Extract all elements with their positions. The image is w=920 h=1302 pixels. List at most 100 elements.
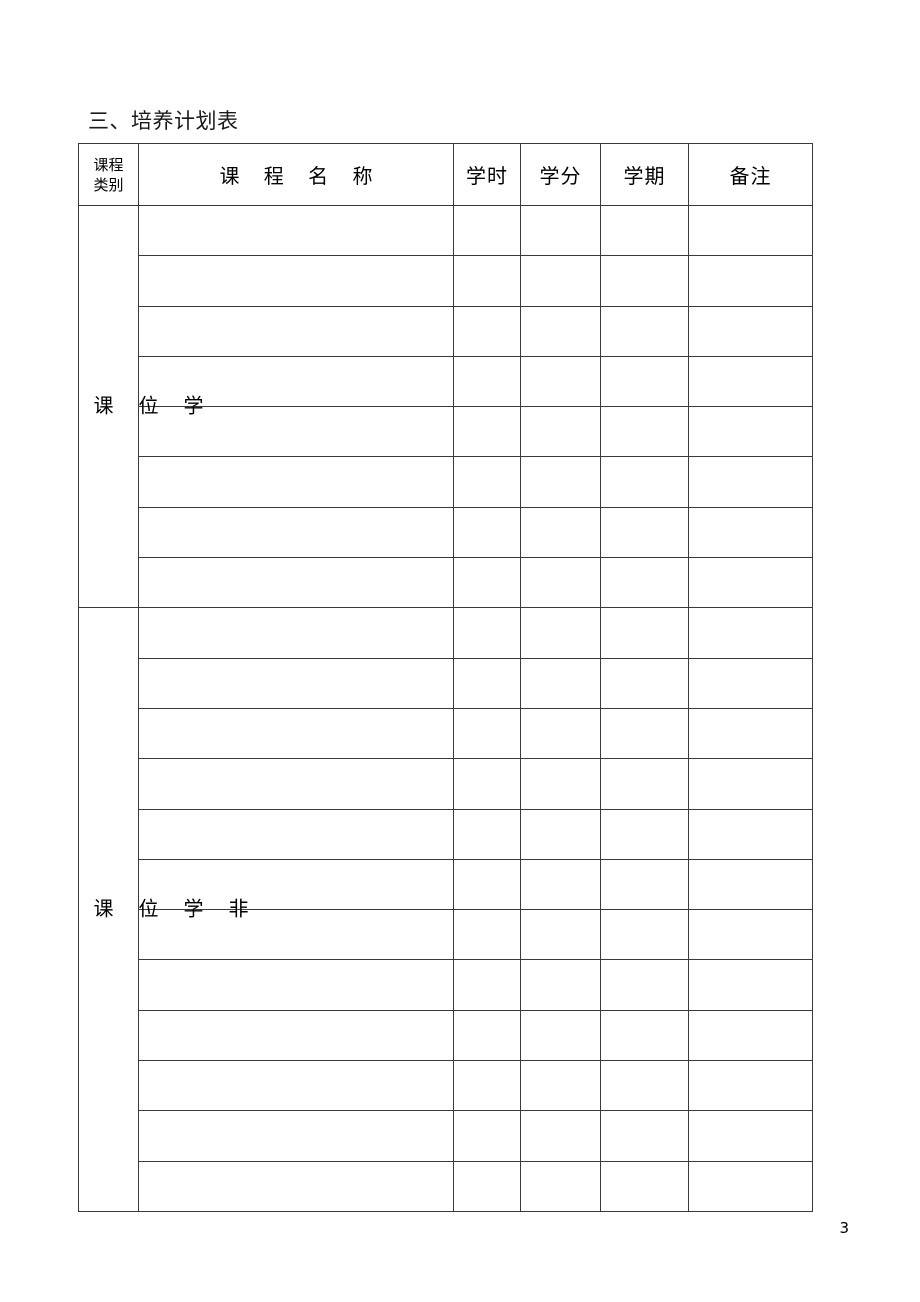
remarks-cell[interactable] [688,456,813,508]
course-name-cell[interactable] [138,305,454,357]
credits-cell[interactable] [520,959,601,1011]
remarks-cell[interactable] [688,858,813,911]
course-category-char: 课 [90,897,114,918]
hours-cell[interactable] [453,204,521,257]
course-name-cell[interactable] [138,255,454,307]
credits-cell[interactable] [520,1009,601,1062]
course-name-cell[interactable] [138,707,454,760]
course-name-cell[interactable] [138,1060,454,1112]
remarks-cell[interactable] [688,204,813,257]
term-cell[interactable] [600,506,689,559]
remarks-cell[interactable] [688,607,813,659]
remarks-cell[interactable] [688,1110,813,1162]
table-row [79,255,813,307]
term-cell[interactable] [600,204,689,257]
hours-cell[interactable] [453,406,521,458]
course-name-cell[interactable] [138,1160,454,1212]
course-name-cell[interactable] [138,506,454,559]
remarks-cell[interactable] [688,255,813,307]
credits-cell[interactable] [520,707,601,760]
hours-cell[interactable] [453,506,521,559]
remarks-cell[interactable] [688,1060,813,1112]
credits-cell[interactable] [520,506,601,559]
remarks-cell[interactable] [688,959,813,1011]
credits-cell[interactable] [520,758,601,810]
course-name-cell[interactable] [138,204,454,257]
remarks-cell[interactable] [688,557,813,609]
term-cell[interactable] [600,406,689,458]
credits-cell[interactable] [520,305,601,357]
credits-cell[interactable] [520,1160,601,1212]
course-name-cell[interactable] [138,959,454,1011]
course-name-cell[interactable] [138,1009,454,1062]
hours-cell[interactable] [453,858,521,911]
hours-cell[interactable] [453,1160,521,1212]
remarks-cell[interactable] [688,707,813,760]
term-cell[interactable] [600,255,689,307]
term-cell[interactable] [600,456,689,508]
term-cell[interactable] [600,959,689,1011]
credits-cell[interactable] [520,204,601,257]
term-cell[interactable] [600,657,689,709]
hours-cell[interactable] [453,758,521,810]
credits-cell[interactable] [520,657,601,709]
remarks-cell[interactable] [688,506,813,559]
header-term: 学期 [600,143,689,206]
hours-cell[interactable] [453,909,521,961]
remarks-cell[interactable] [688,758,813,810]
remarks-cell[interactable] [688,1009,813,1062]
hours-cell[interactable] [453,1110,521,1162]
term-cell[interactable] [600,1160,689,1212]
hours-cell[interactable] [453,657,521,709]
credits-cell[interactable] [520,406,601,458]
table-row [79,506,813,559]
course-name-cell[interactable] [138,657,454,709]
remarks-cell[interactable] [688,808,813,860]
hours-cell[interactable] [453,557,521,609]
term-cell[interactable] [600,1009,689,1062]
credits-cell[interactable] [520,909,601,961]
credits-cell[interactable] [520,456,601,508]
remarks-cell[interactable] [688,406,813,458]
remarks-cell[interactable] [688,355,813,408]
hours-cell[interactable] [453,707,521,760]
course-name-cell[interactable] [138,456,454,508]
term-cell[interactable] [600,305,689,357]
term-cell[interactable] [600,707,689,760]
credits-cell[interactable] [520,1060,601,1112]
course-name-cell[interactable] [138,607,454,659]
hours-cell[interactable] [453,305,521,357]
course-name-cell[interactable] [138,557,454,609]
credits-cell[interactable] [520,808,601,860]
term-cell[interactable] [600,607,689,659]
credits-cell[interactable] [520,607,601,659]
term-cell[interactable] [600,557,689,609]
course-name-cell[interactable] [138,808,454,860]
remarks-cell[interactable] [688,909,813,961]
hours-cell[interactable] [453,1009,521,1062]
credits-cell[interactable] [520,557,601,609]
course-name-cell[interactable] [138,758,454,810]
hours-cell[interactable] [453,808,521,860]
term-cell[interactable] [600,909,689,961]
remarks-cell[interactable] [688,305,813,357]
hours-cell[interactable] [453,355,521,408]
hours-cell[interactable] [453,959,521,1011]
credits-cell[interactable] [520,858,601,911]
term-cell[interactable] [600,758,689,810]
remarks-cell[interactable] [688,1160,813,1212]
credits-cell[interactable] [520,1110,601,1162]
credits-cell[interactable] [520,355,601,408]
term-cell[interactable] [600,1060,689,1112]
hours-cell[interactable] [453,456,521,508]
credits-cell[interactable] [520,255,601,307]
hours-cell[interactable] [453,1060,521,1112]
remarks-cell[interactable] [688,657,813,709]
hours-cell[interactable] [453,255,521,307]
term-cell[interactable] [600,355,689,408]
course-name-cell[interactable] [138,1110,454,1162]
hours-cell[interactable] [453,607,521,659]
term-cell[interactable] [600,1110,689,1162]
term-cell[interactable] [600,858,689,911]
term-cell[interactable] [600,808,689,860]
